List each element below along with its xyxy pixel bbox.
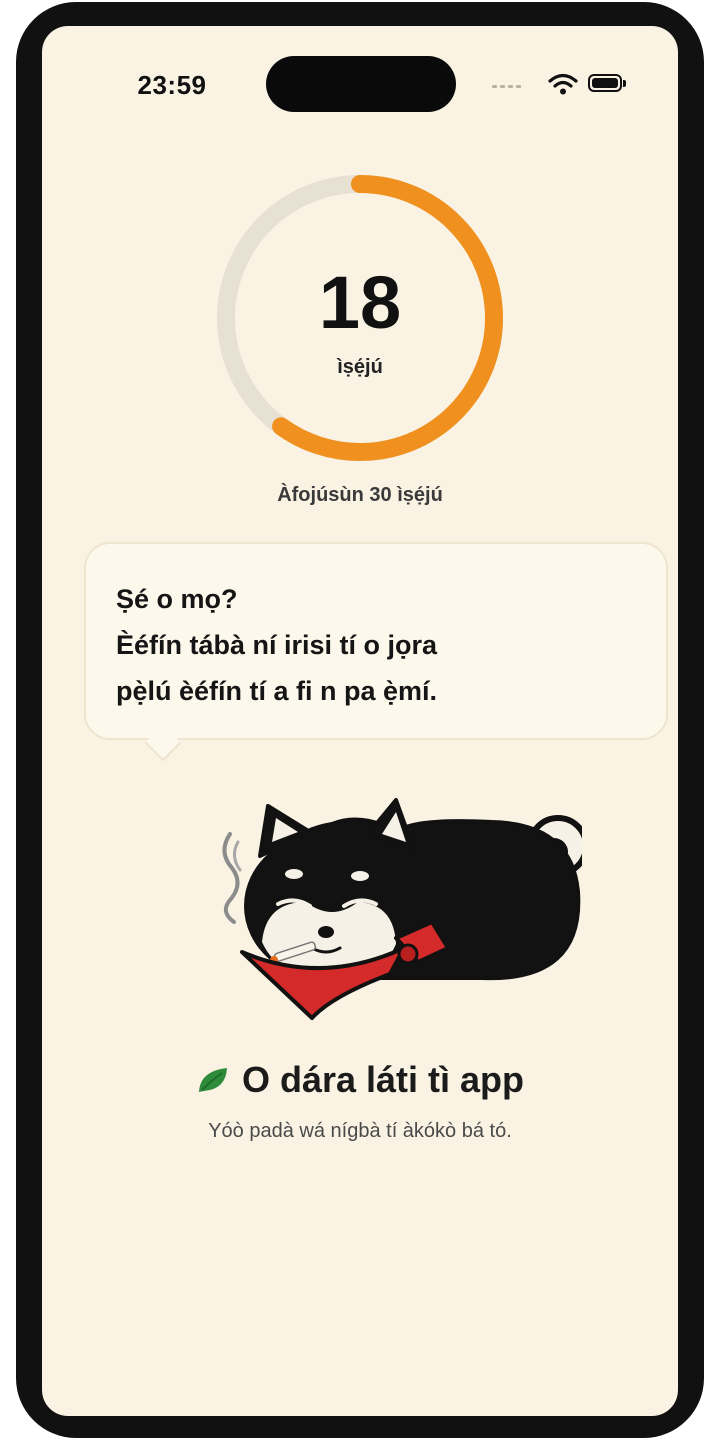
wifi-icon	[548, 73, 578, 95]
dynamic-island	[266, 56, 456, 112]
timer-progress-ring: 18 ìṣẹ́jú	[208, 166, 512, 470]
status-icons	[492, 72, 642, 96]
status-time: 23:59	[137, 70, 207, 100]
minutes-count: 18	[318, 261, 402, 344]
minutes-unit-label: ìṣẹ́jú	[337, 356, 383, 378]
tip-speech-bubble: Ṣé o mọ? Èéfín tábà ní irisi tí o jọra p…	[84, 542, 668, 740]
app-screen: 23:59 18 ìṣẹ́jú Àfojúsùn 30 ìṣẹ́jú Ṣé o …	[42, 26, 678, 1416]
cellular-signal-icon	[492, 85, 521, 88]
tip-text: Ṣé o mọ? Èéfín tábà ní irisi tí o jọra p…	[116, 576, 646, 714]
app-status-subtitle: Yóò padà wá nígbà tí àkókò bá tó.	[208, 1120, 512, 1142]
tip-line: Èéfín tábà ní irisi tí o jọra	[116, 630, 438, 660]
tip-line: pẹ̀lú èéfín tí a fi n pa ẹ̀mí.	[116, 676, 438, 706]
leaf-icon	[198, 1068, 227, 1092]
shiba-dog-smoking-mascot	[222, 798, 582, 1020]
phone-frame: 23:59 18 ìṣẹ́jú Àfojúsùn 30 ìṣẹ́jú Ṣé o …	[16, 2, 704, 1438]
battery-icon	[588, 74, 628, 94]
goal-label: Àfojúsùn 30 ìṣẹ́jú	[277, 484, 443, 506]
app-status-title: O dára láti tì app	[241, 1059, 525, 1100]
app-status-row: O dára láti tì app	[42, 1058, 678, 1102]
tip-line: Ṣé o mọ?	[116, 584, 238, 614]
